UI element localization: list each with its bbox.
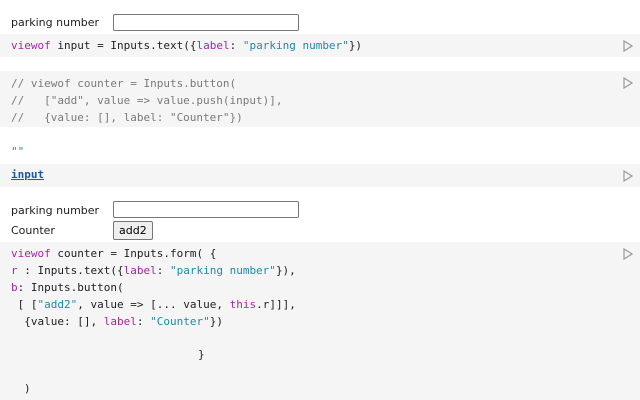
code-prop: label [123,264,157,277]
variable-input[interactable]: input [11,168,44,181]
keyword-viewof: viewof [11,247,51,260]
code-string: "Counter" [150,315,210,328]
code-line-6: } [198,348,205,361]
code-line-2: r : Inputs.text({label: "parking number"… [11,262,296,279]
code-line: viewof input = Inputs.text({label: "park… [11,37,362,54]
code-text: }) [209,315,223,328]
code-text: : [156,264,170,277]
code-prop: label [103,315,137,328]
code-line-5: {value: [], label: "Counter"}) [11,313,223,330]
code-cell-viewof-counter-form[interactable]: viewof counter = Inputs.form( { r : Inpu… [0,242,640,400]
code-string: "parking number" [242,39,349,52]
code-text: }), [275,264,296,277]
code-colon: : [229,39,243,52]
code-line-1: viewof counter = Inputs.form( { [11,245,216,262]
code-key: b [11,281,18,294]
comment-line-3: // {value: [], label: "Counter"}) [11,111,243,124]
parking-number-label: parking number [11,16,100,29]
run-cell-icon[interactable] [623,77,633,89]
code-line-4: [ ["add2", value => [... value, this.r]]… [11,296,296,313]
code-text: : Inputs.button( [17,281,124,294]
code-text: [ [ [11,298,38,311]
code-text: , value => [... value, [77,298,230,311]
form-parking-number-input[interactable] [113,201,299,218]
run-cell-icon[interactable] [623,170,633,182]
code-line-3: b: Inputs.button( [11,279,124,296]
code-text: : Inputs.text({ [17,264,124,277]
code-line-7: ) [24,382,31,395]
comment-line-1: // viewof counter = Inputs.button( [11,77,237,90]
code-text: counter = Inputs.form( { [50,247,217,260]
code-call: Inputs.text({ [110,39,197,52]
code-eq: = [90,39,111,52]
add2-button[interactable]: add2 [113,221,153,240]
form-parking-number-label: parking number [11,204,100,217]
code-text: : [136,315,151,328]
code-close: }) [348,39,363,52]
code-cell-commented-counter[interactable]: // viewof counter = Inputs.button( // ["… [0,71,640,127]
code-string: "parking number" [169,264,276,277]
keyword-this: this [229,298,257,311]
empty-string-output: "" [11,145,25,158]
run-cell-icon[interactable] [623,248,633,260]
code-cell-input-reference[interactable]: input [0,164,640,187]
run-cell-icon[interactable] [623,40,633,52]
code-name: input [50,39,91,52]
code-prop: label [196,39,230,52]
comment-line-2: // ["add", value => value.push(input)], [11,94,283,107]
code-text: .r]]], [256,298,296,311]
code-cell-viewof-input[interactable]: viewof input = Inputs.text({label: "park… [0,34,640,57]
keyword-viewof: viewof [11,39,51,52]
counter-label: Counter [11,224,55,237]
code-key: r [11,264,18,277]
code-string: "add2" [37,298,78,311]
parking-number-input[interactable] [113,14,299,31]
code-text: {value: [], [11,315,104,328]
